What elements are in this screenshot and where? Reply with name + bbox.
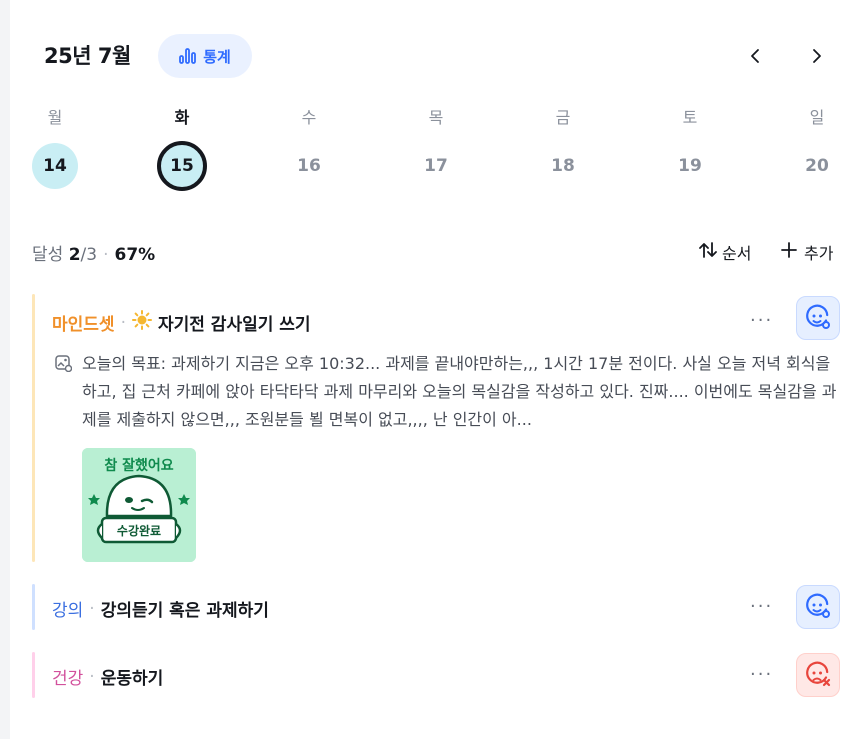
- goal-color-bar: [32, 584, 35, 630]
- goal-more-button[interactable]: ···: [750, 596, 773, 617]
- sort-arrows-icon: [698, 241, 718, 263]
- achievement-summary: 달성 2/3 · 67%: [32, 245, 156, 265]
- goal-category: 건강: [52, 669, 84, 689]
- goal-more-button[interactable]: ···: [750, 310, 773, 331]
- day-name-wed: 수: [301, 108, 317, 127]
- stats-label: 통계: [203, 47, 231, 66]
- achievement-done: 2: [68, 245, 81, 265]
- day-15-selected[interactable]: 15: [157, 141, 207, 191]
- day-17[interactable]: 17: [411, 141, 461, 191]
- sticker-bottom-text: 수강완료: [117, 524, 161, 538]
- chevron-left-icon: [751, 49, 759, 63]
- mood-fail-button[interactable]: [796, 653, 840, 697]
- smile-clock-icon: [806, 304, 830, 329]
- goal-note-text: 오늘의 목표: 과제하기 지금은 오후 10:32... 과제를 끝내야만하는,…: [82, 354, 837, 429]
- goal-more-button[interactable]: ···: [750, 664, 773, 685]
- day-16[interactable]: 16: [284, 141, 334, 191]
- month-title: 25년 7월: [44, 44, 131, 68]
- chevron-right-icon: [813, 49, 821, 63]
- bar-chart-icon: [179, 48, 197, 64]
- plus-icon: [780, 241, 798, 263]
- goal-header: 강의 · 강의듣기 혹은 과제하기: [52, 596, 269, 622]
- separator-dot: ·: [89, 598, 95, 619]
- achievement-label: 달성: [32, 245, 64, 265]
- goal-title: 자기전 감사일기 쓰기: [157, 315, 311, 335]
- add-label: 추가: [804, 244, 834, 263]
- day-14[interactable]: 14: [32, 143, 78, 189]
- goal-header: 마인드셋 · 자기전 감사일기 쓰기: [52, 310, 311, 335]
- separator-dot: ·: [120, 312, 126, 333]
- goal-header: 건강 · 운동하기: [52, 664, 164, 690]
- day-name-mon: 월: [47, 108, 63, 127]
- day-name-fri: 금: [555, 108, 571, 127]
- achievement-percent: 67%: [114, 245, 156, 265]
- sort-label: 순서: [722, 244, 752, 263]
- separator-dot: ·: [89, 666, 95, 687]
- goal-color-bar: [32, 294, 35, 562]
- add-goal-button[interactable]: 추가: [780, 240, 833, 264]
- day-name-tue: 화: [174, 108, 190, 127]
- sort-button[interactable]: 순서: [698, 240, 751, 264]
- achievement-total: /3: [80, 245, 98, 265]
- sad-x-icon: [806, 661, 831, 687]
- mood-ok-button[interactable]: [796, 585, 840, 629]
- goal-color-bar: [32, 652, 35, 698]
- smile-clock-icon: [806, 593, 830, 618]
- day-name-thu: 목: [428, 108, 444, 127]
- goal-title: 운동하기: [100, 669, 164, 689]
- sun-icon: [131, 310, 152, 335]
- left-edge-strip: [0, 0, 10, 739]
- goal-category: 마인드셋: [52, 315, 115, 335]
- day-name-sun: 일: [809, 108, 825, 127]
- next-week-button[interactable]: [802, 42, 830, 70]
- day-19[interactable]: 19: [665, 141, 715, 191]
- day-20[interactable]: 20: [792, 141, 842, 191]
- goal-category: 강의: [52, 601, 84, 621]
- stats-button[interactable]: 통계: [158, 34, 252, 78]
- day-name-sat: 토: [682, 108, 698, 127]
- prev-week-button[interactable]: [742, 42, 770, 70]
- sticker-image: 참 잘했어요 수강완료: [82, 448, 196, 562]
- day-18[interactable]: 18: [538, 141, 588, 191]
- mood-ok-button[interactable]: [796, 296, 840, 340]
- goal-card-lecture[interactable]: 강의 · 강의듣기 혹은 과제하기: [32, 584, 848, 630]
- goal-title: 강의듣기 혹은 과제하기: [100, 601, 269, 621]
- goal-card-health[interactable]: 건강 · 운동하기: [32, 652, 848, 698]
- goal-note: 오늘의 목표: 과제하기 지금은 오후 10:32... 과제를 끝내야만하는,…: [54, 350, 844, 434]
- sticker-top-text: 참 잘했어요: [104, 457, 173, 474]
